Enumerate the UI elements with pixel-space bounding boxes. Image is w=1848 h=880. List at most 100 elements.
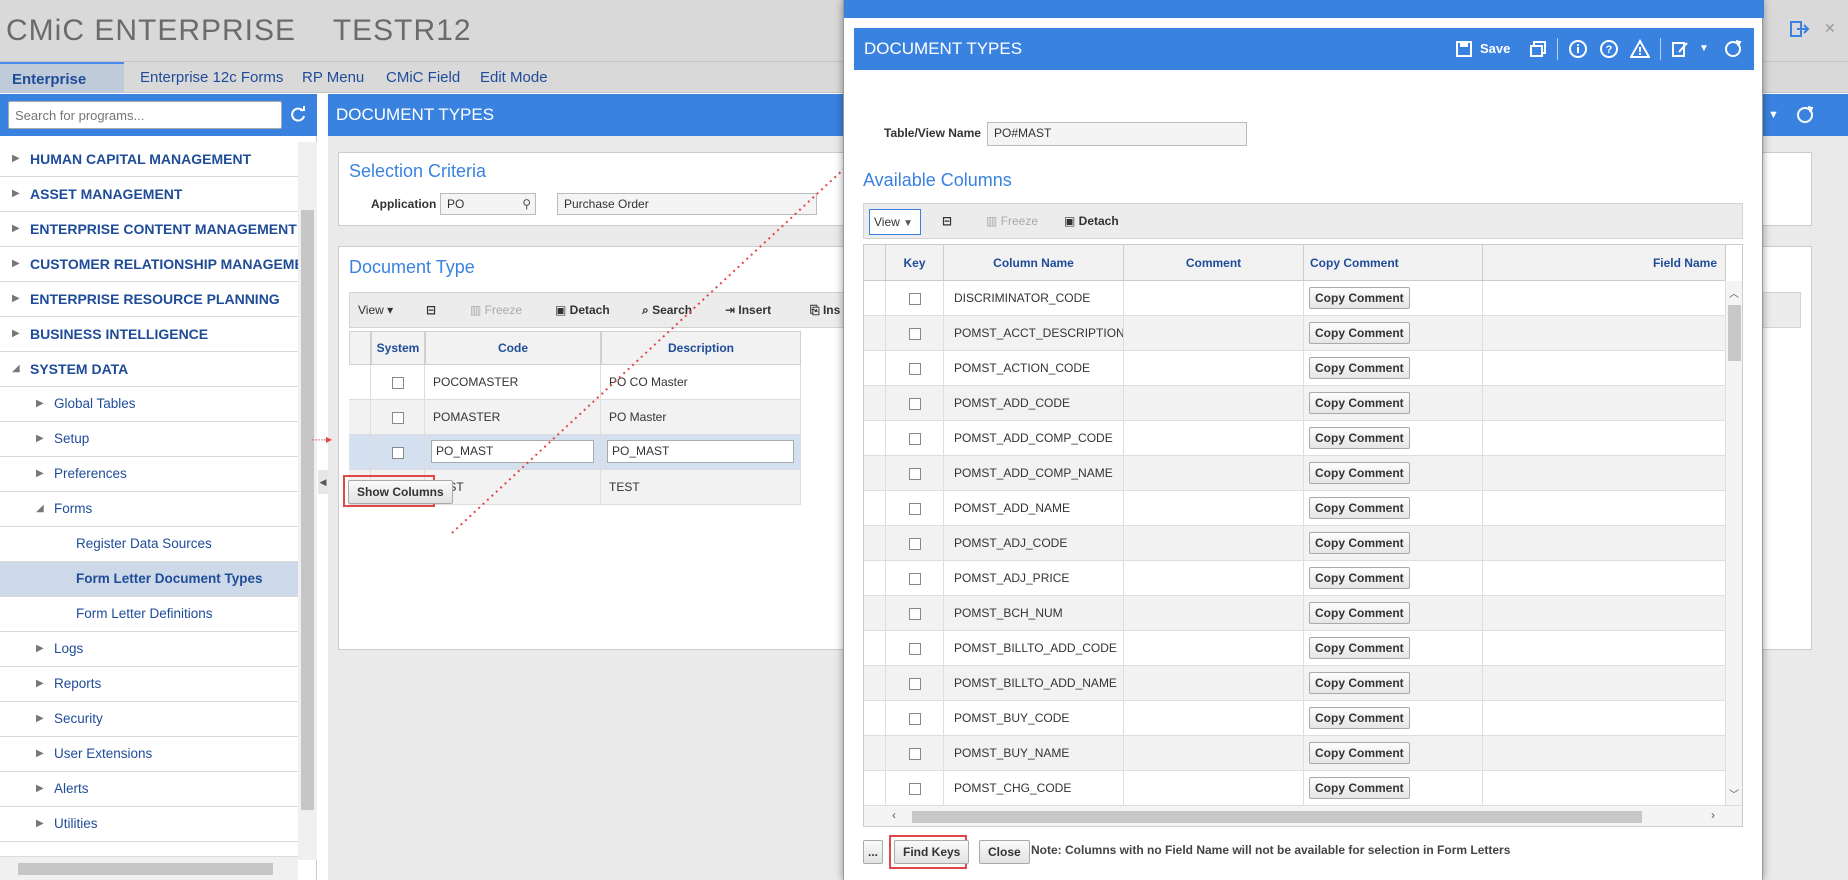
key-checkbox[interactable] xyxy=(908,572,921,585)
table-row[interactable]: POMST_ADJ_CODE Copy Comment xyxy=(864,526,1726,561)
nav-item-forms[interactable]: ◢ Forms xyxy=(0,492,298,527)
key-checkbox[interactable] xyxy=(908,537,921,550)
comment-cell[interactable] xyxy=(1124,281,1304,316)
key-checkbox[interactable] xyxy=(908,782,921,795)
view-menu[interactable]: View ▾ xyxy=(358,300,393,320)
copy-comment-button[interactable]: Copy Comment xyxy=(1309,392,1410,414)
copy-comment-button[interactable]: Copy Comment xyxy=(1309,287,1410,309)
key-checkbox[interactable] xyxy=(908,292,921,305)
copy-comment-button[interactable]: Copy Comment xyxy=(1309,672,1410,694)
comment-cell[interactable] xyxy=(1124,736,1304,771)
filter-icon[interactable]: ⊟ xyxy=(426,300,436,320)
nav-item-human-capital[interactable]: ▶ HUMAN CAPITAL MANAGEMENT xyxy=(0,142,298,177)
comment-cell[interactable] xyxy=(1124,456,1304,491)
comment-cell[interactable] xyxy=(1124,386,1304,421)
field-name-cell[interactable] xyxy=(1483,526,1726,561)
save-icon[interactable] xyxy=(1454,39,1474,59)
table-row[interactable]: POMST_ADJ_PRICE Copy Comment xyxy=(864,561,1726,596)
copy-comment-button[interactable]: Copy Comment xyxy=(1309,532,1410,554)
sidebar-scrollbar[interactable] xyxy=(298,142,317,860)
copy-comment-button[interactable]: Copy Comment xyxy=(1309,707,1410,729)
comment-cell[interactable] xyxy=(1124,526,1304,561)
chevron-left-icon[interactable]: ‹ xyxy=(892,808,896,822)
help-icon[interactable]: ✕ xyxy=(1824,20,1840,36)
nav-item-erp[interactable]: ▶ ENTERPRISE RESOURCE PLANNING xyxy=(0,282,298,317)
comment-cell[interactable] xyxy=(1124,421,1304,456)
field-name-cell[interactable] xyxy=(1483,386,1726,421)
system-checkbox[interactable] xyxy=(391,411,404,424)
column-header-column-name[interactable]: Column Name xyxy=(944,245,1124,281)
comment-cell[interactable] xyxy=(1124,561,1304,596)
copy-comment-button[interactable]: Copy Comment xyxy=(1309,462,1410,484)
copy-comment-button[interactable]: Copy Comment xyxy=(1309,777,1410,799)
search-input[interactable] xyxy=(8,101,282,129)
system-checkbox[interactable] xyxy=(391,446,404,459)
key-checkbox[interactable] xyxy=(908,467,921,480)
nav-item-utilities[interactable]: ▶ Utilities xyxy=(0,807,298,842)
nav-item-form-letter-document-types[interactable]: Form Letter Document Types xyxy=(0,562,298,597)
grid-vertical-scrollbar[interactable]: ︿ ﹀ xyxy=(1726,281,1742,805)
system-checkbox[interactable] xyxy=(391,376,404,389)
field-name-cell[interactable] xyxy=(1483,596,1726,631)
key-checkbox[interactable] xyxy=(908,712,921,725)
comment-cell[interactable] xyxy=(1124,596,1304,631)
grid-horizontal-scrollbar[interactable]: ‹ › xyxy=(864,805,1742,826)
comment-cell[interactable] xyxy=(1124,701,1304,736)
logout-icon[interactable] xyxy=(1788,18,1810,40)
nav-item-asset-management[interactable]: ▶ ASSET MANAGEMENT xyxy=(0,177,298,212)
table-row[interactable]: POMST_BUY_NAME Copy Comment xyxy=(864,736,1726,771)
key-checkbox[interactable] xyxy=(908,397,921,410)
comment-cell[interactable] xyxy=(1124,631,1304,666)
chevron-down-icon[interactable]: ▼ xyxy=(1699,28,1709,70)
field-name-cell[interactable] xyxy=(1483,281,1726,316)
comment-cell[interactable] xyxy=(1124,666,1304,701)
column-header-field-name[interactable]: Field Name xyxy=(1483,245,1726,281)
tab-enterprise-12c-forms[interactable]: Enterprise 12c Forms xyxy=(128,62,295,93)
tab-enterprise-12c[interactable]: Enterprise 12c xyxy=(0,62,124,119)
field-name-cell[interactable] xyxy=(1483,771,1726,805)
tab-rp-menu[interactable]: RP Menu xyxy=(290,62,376,93)
table-row[interactable]: POMST_ADD_COMP_CODE Copy Comment xyxy=(864,421,1726,456)
view-menu[interactable]: View ▼ xyxy=(869,209,921,235)
field-name-cell[interactable] xyxy=(1483,456,1726,491)
nav-item-system-data[interactable]: ◢ SYSTEM DATA xyxy=(0,352,298,387)
column-header-copy-comment[interactable]: Copy Comment xyxy=(1304,245,1483,281)
nav-item-bi[interactable]: ▶ BUSINESS INTELLIGENCE xyxy=(0,317,298,352)
field-name-cell[interactable] xyxy=(1483,736,1726,771)
save-button[interactable]: Save xyxy=(1480,28,1510,70)
key-checkbox[interactable] xyxy=(908,502,921,515)
comment-cell[interactable] xyxy=(1124,491,1304,526)
table-row[interactable]: POMST_BILLTO_ADD_NAME Copy Comment xyxy=(864,666,1726,701)
key-checkbox[interactable] xyxy=(908,607,921,620)
info-icon[interactable] xyxy=(1568,39,1588,59)
table-row[interactable]: DISCRIMINATOR_CODE Copy Comment xyxy=(864,281,1726,316)
copy-comment-button[interactable]: Copy Comment xyxy=(1309,742,1410,764)
table-row[interactable]: POMST_ADD_COMP_NAME Copy Comment xyxy=(864,456,1726,491)
chevron-up-icon[interactable]: ︿ xyxy=(1729,285,1739,300)
field-name-cell[interactable] xyxy=(1483,561,1726,596)
field-name-cell[interactable] xyxy=(1483,421,1726,456)
dropdown-arrow-icon[interactable]: ▼ xyxy=(1768,94,1779,136)
column-header-key[interactable]: Key xyxy=(886,245,944,281)
help-icon[interactable]: ? xyxy=(1599,39,1619,59)
tab-edit-mode[interactable]: Edit Mode xyxy=(468,62,560,93)
comment-cell[interactable] xyxy=(1124,351,1304,386)
refresh-icon[interactable] xyxy=(288,105,308,125)
table-row[interactable]: POMST_ACCT_DESCRIPTION Copy Comment xyxy=(864,316,1726,351)
copy-comment-button[interactable]: Copy Comment xyxy=(1309,322,1410,344)
key-checkbox[interactable] xyxy=(908,327,921,340)
table-row[interactable]: POMST_BUY_CODE Copy Comment xyxy=(864,701,1726,736)
key-checkbox[interactable] xyxy=(908,642,921,655)
table-view-name-field[interactable]: PO#MAST xyxy=(987,122,1247,146)
nav-item-preferences[interactable]: ▶ Preferences xyxy=(0,457,298,492)
copy-icon[interactable] xyxy=(1528,39,1548,59)
nav-item-logs[interactable]: ▶ Logs xyxy=(0,632,298,667)
nav-item-form-letter-definitions[interactable]: Form Letter Definitions xyxy=(0,597,298,632)
column-header-system[interactable]: System xyxy=(371,331,425,365)
find-keys-button[interactable]: Find Keys xyxy=(894,840,970,864)
copy-comment-button[interactable]: Copy Comment xyxy=(1309,567,1410,589)
edit-icon[interactable] xyxy=(1670,39,1690,59)
chevron-right-icon[interactable]: › xyxy=(1711,808,1715,822)
warning-icon[interactable] xyxy=(1630,39,1650,59)
nav-item-alerts[interactable]: ▶ Alerts xyxy=(0,772,298,807)
